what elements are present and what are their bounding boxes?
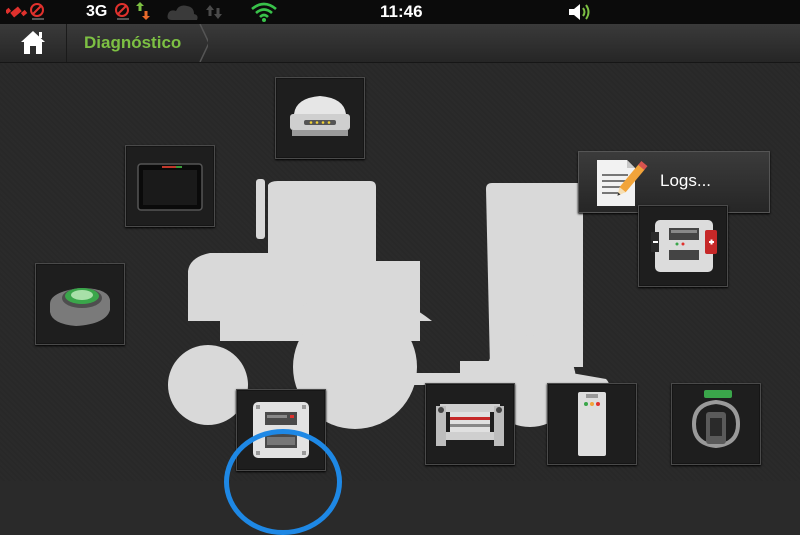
sensor-panel-icon [578, 392, 606, 456]
wifi-icon [250, 0, 278, 24]
implement-valves-tile[interactable] [425, 383, 515, 465]
controller-power-tile[interactable] [638, 205, 728, 287]
gps-disabled-icon [4, 0, 50, 24]
steering-unit-tile[interactable] [671, 383, 761, 465]
home-icon [21, 31, 45, 54]
breadcrumb-bar: Diagnóstico [0, 24, 800, 63]
selection-highlight-ring [224, 429, 342, 535]
sensor-panel-tile[interactable] [547, 383, 637, 465]
logs-label: Logs... [660, 171, 712, 190]
cloud-icon [166, 0, 226, 24]
display-monitor-tile[interactable] [125, 145, 215, 227]
breadcrumb-label: Diagnóstico [84, 33, 182, 52]
clock-time: 11:46 [380, 2, 423, 21]
steering-unit-icon [691, 390, 741, 449]
display-monitor-icon [137, 163, 203, 211]
volume-icon [566, 0, 596, 24]
no-signal-icon [114, 0, 158, 24]
breadcrumb-diagnostico[interactable]: Diagnóstico [68, 24, 208, 62]
joystick-tile[interactable] [35, 263, 125, 345]
joystick-icon [50, 288, 110, 326]
logs-notepad-icon [597, 160, 648, 206]
logs-button[interactable]: Logs... [578, 151, 770, 213]
controller-power-icon [651, 220, 717, 272]
status-bar: 3G 11:46 [0, 0, 800, 24]
diagnostics-workspace: Logs... [0, 63, 800, 535]
implement-valves-icon [436, 404, 504, 446]
gps-receiver-icon [290, 96, 350, 136]
home-button[interactable] [0, 24, 67, 62]
gps-receiver-tile[interactable] [275, 77, 365, 159]
network-type-label: 3G [86, 3, 108, 20]
